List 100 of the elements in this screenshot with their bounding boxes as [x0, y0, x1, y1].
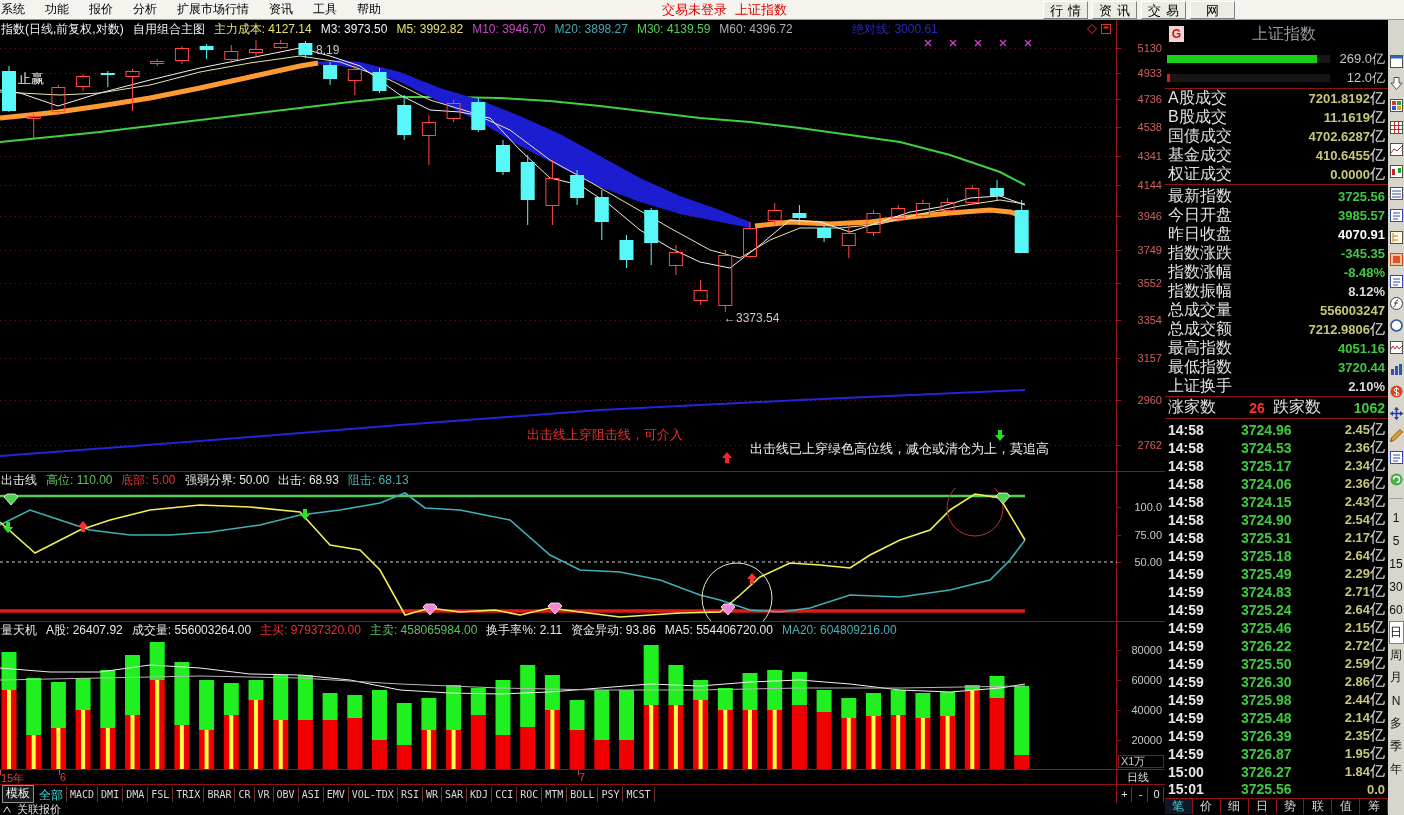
- function-icon[interactable]: [1389, 296, 1403, 310]
- period-button[interactable]: 年: [1388, 757, 1404, 781]
- candle: [397, 94, 412, 141]
- legend-item: 主力成本: 4127.14: [213, 20, 312, 38]
- tile-icon[interactable]: [1389, 252, 1403, 266]
- indicator-tab[interactable]: PSY: [598, 786, 624, 802]
- table-icon[interactable]: [1389, 120, 1403, 134]
- tick-volume: 2.29: [1344, 566, 1370, 581]
- quote-tab[interactable]: 势: [1276, 799, 1305, 814]
- zoom-control[interactable]: +: [1118, 786, 1132, 802]
- caret-icon[interactable]: [3, 805, 11, 813]
- period-button[interactable]: 多: [1388, 712, 1404, 735]
- period-button[interactable]: 日: [1388, 621, 1404, 644]
- indicator-tab[interactable]: FSL: [148, 786, 174, 802]
- tick-time: 14:59: [1168, 745, 1205, 762]
- quote-tab[interactable]: 细: [1220, 799, 1249, 814]
- menu-item[interactable]: 资讯: [268, 1, 293, 18]
- menu-item[interactable]: 帮助: [356, 1, 381, 18]
- period-button[interactable]: 1: [1388, 507, 1404, 530]
- tick-price: 3724.15: [1241, 493, 1293, 510]
- indicator-tab[interactable]: WR: [422, 786, 442, 802]
- pen-icon[interactable]: [1389, 428, 1403, 442]
- document-icon[interactable]: [1389, 450, 1403, 464]
- menu-item[interactable]: 报价: [88, 1, 113, 18]
- chart-label: 止赢: [18, 71, 44, 86]
- indicator-tab[interactable]: SAR: [442, 786, 468, 802]
- indicator-tab[interactable]: KDJ: [467, 786, 493, 802]
- indicator-tab[interactable]: VR: [254, 786, 274, 802]
- template-button[interactable]: 模板: [2, 785, 34, 803]
- top-tab[interactable]: 资讯: [1092, 1, 1137, 19]
- line-chart-icon[interactable]: [1389, 142, 1403, 156]
- menu-item[interactable]: 工具: [312, 1, 337, 18]
- move-icon[interactable]: [1389, 406, 1403, 420]
- indicator-tab[interactable]: MCST: [623, 786, 655, 802]
- document-icon[interactable]: [1389, 274, 1403, 288]
- period-button[interactable]: 60: [1388, 598, 1404, 621]
- grid-icon[interactable]: [1389, 98, 1403, 112]
- indicator-tab[interactable]: OBV: [273, 786, 299, 802]
- indicator-tab[interactable]: CCI: [492, 786, 518, 802]
- period-button[interactable]: 周: [1388, 643, 1404, 667]
- list-icon[interactable]: [1389, 186, 1403, 200]
- indicator-tab[interactable]: ROC: [517, 786, 543, 802]
- quote-tab[interactable]: 值: [1332, 799, 1361, 814]
- menu-item[interactable]: 分析: [132, 1, 157, 18]
- stat-value: 7201.8192: [1308, 91, 1370, 106]
- indicator-tab[interactable]: DMA: [123, 786, 149, 802]
- indicator-tab[interactable]: BRAR: [204, 786, 236, 802]
- stat-value: 7212.9806: [1308, 322, 1370, 337]
- indicator-tab[interactable]: MACD: [67, 786, 99, 802]
- menu-item[interactable]: 系统: [0, 1, 25, 18]
- tick-time: 14:59: [1168, 583, 1205, 600]
- indicator-tab[interactable]: DMI: [98, 786, 124, 802]
- indicator-tab[interactable]: EMV: [323, 786, 349, 802]
- quote-tab[interactable]: 价: [1192, 799, 1221, 814]
- exchange-tag[interactable]: G: [1169, 26, 1184, 42]
- window-icon[interactable]: [1389, 54, 1403, 68]
- indicator-tab[interactable]: RSI: [397, 786, 423, 802]
- top-tab[interactable]: 网: [1190, 1, 1235, 19]
- quote-tab[interactable]: 笔: [1165, 799, 1193, 814]
- panel-title: 上证指数: [1252, 23, 1316, 44]
- tick-price: 3725.56: [1241, 781, 1293, 797]
- period-button[interactable]: 15: [1388, 552, 1404, 576]
- circle-icon[interactable]: [1389, 318, 1403, 332]
- tick-time: 15:01: [1168, 781, 1205, 797]
- indicator-tab[interactable]: MTM: [542, 786, 568, 802]
- gem-icon: [547, 602, 563, 615]
- quote-tab[interactable]: 日: [1248, 799, 1277, 814]
- indicator-tab[interactable]: VOL-TDX: [348, 786, 398, 802]
- wave-icon[interactable]: [1389, 340, 1403, 354]
- document-icon[interactable]: [1389, 208, 1403, 222]
- menu-item[interactable]: 功能: [44, 1, 69, 18]
- period-button[interactable]: 季: [1388, 734, 1404, 758]
- menu-item[interactable]: 扩展市场行情: [176, 1, 249, 18]
- tick-price: 3724.53: [1241, 439, 1293, 456]
- candlestick-icon[interactable]: [1389, 164, 1403, 178]
- legend-item: 出击: 68.93: [278, 471, 339, 489]
- stat-label: A股成交: [1168, 88, 1227, 108]
- top-tab[interactable]: 行情: [1043, 1, 1088, 19]
- tree-icon[interactable]: [1389, 230, 1403, 244]
- indicator-tab[interactable]: 全部: [36, 786, 67, 802]
- refresh-icon[interactable]: [1389, 472, 1403, 486]
- period-button[interactable]: 5: [1388, 529, 1404, 553]
- zoom-control[interactable]: -: [1134, 786, 1148, 802]
- arrow-down-icon[interactable]: [1389, 76, 1403, 90]
- top-tab[interactable]: 交易: [1141, 1, 1186, 19]
- status-text: 交易未登录: [662, 0, 727, 19]
- indicator-tab[interactable]: TRIX: [173, 786, 205, 802]
- candle: [743, 221, 757, 259]
- indicator-tab[interactable]: ASI: [298, 786, 324, 802]
- quote-tab[interactable]: 联: [1304, 799, 1333, 814]
- signal-text: 出击线上穿阻击线，可介入: [527, 426, 683, 444]
- bar-chart-icon[interactable]: [1389, 362, 1403, 376]
- period-button[interactable]: 月: [1388, 666, 1404, 690]
- stat-label: 最低指数: [1168, 357, 1232, 377]
- indicator-tab[interactable]: BOLL: [567, 786, 599, 802]
- period-button[interactable]: 30: [1388, 575, 1404, 599]
- zoom-control[interactable]: 0: [1150, 786, 1164, 802]
- coin-icon[interactable]: [1389, 384, 1403, 398]
- indicator-tab[interactable]: CR: [235, 786, 255, 802]
- period-button[interactable]: N: [1388, 689, 1404, 713]
